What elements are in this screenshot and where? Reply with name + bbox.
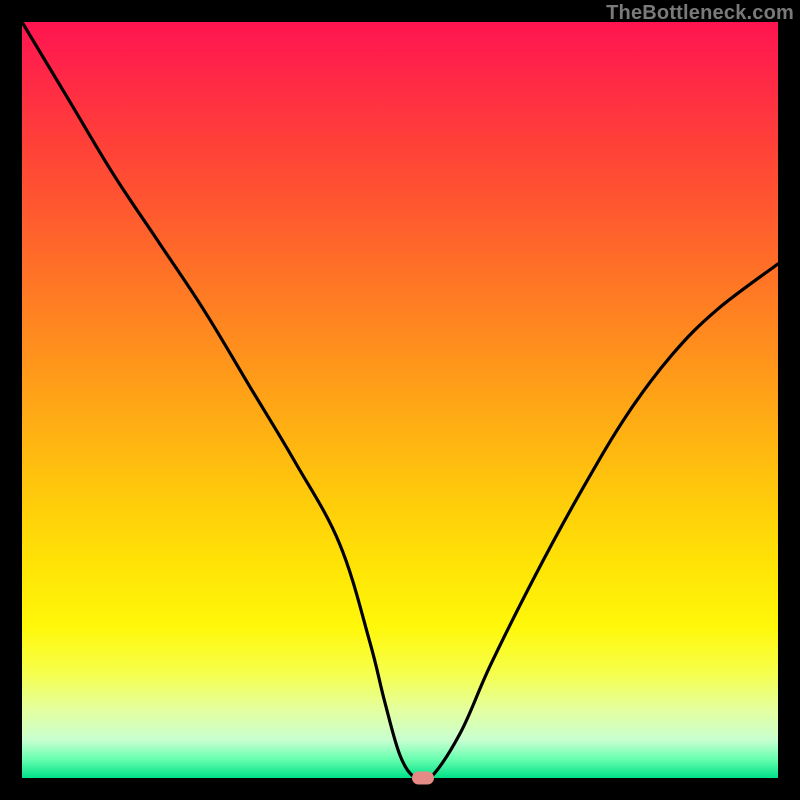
chart-frame: TheBottleneck.com <box>0 0 800 800</box>
optimum-marker <box>412 772 434 785</box>
plot-area <box>22 22 778 778</box>
bottleneck-curve <box>22 22 778 778</box>
watermark-text: TheBottleneck.com <box>606 2 794 25</box>
